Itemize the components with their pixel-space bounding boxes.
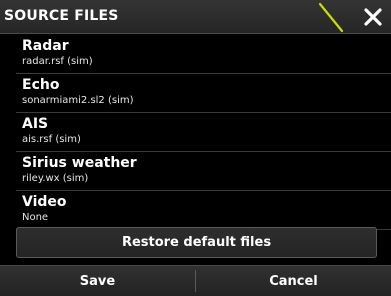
source-name: Video bbox=[22, 194, 67, 210]
source-name: Echo bbox=[22, 77, 60, 93]
source-item-radar[interactable]: Radar radar.rsf (sim) bbox=[16, 35, 391, 74]
source-item-sirius-weather[interactable]: Sirius weather riley.wx (sim) bbox=[16, 152, 391, 191]
source-name: AIS bbox=[22, 116, 49, 132]
source-name: Sirius weather bbox=[22, 155, 137, 171]
source-files-dialog: SOURCE FILES Radar radar.rsf (sim) Echo … bbox=[0, 0, 391, 296]
cancel-button[interactable]: Cancel bbox=[196, 266, 391, 296]
dialog-title: SOURCE FILES bbox=[4, 8, 119, 24]
source-file: sonarmiami2.sl2 (sim) bbox=[22, 95, 134, 106]
dialog-footer: Save Cancel bbox=[0, 265, 391, 296]
source-file: radar.rsf (sim) bbox=[22, 56, 93, 67]
close-icon bbox=[364, 8, 382, 26]
source-file: riley.wx (sim) bbox=[22, 173, 89, 184]
source-file: None bbox=[22, 212, 49, 223]
source-item-video[interactable]: Video None bbox=[16, 191, 391, 230]
source-item-ais[interactable]: AIS ais.rsf (sim) bbox=[16, 113, 391, 152]
restore-default-files-button[interactable]: Restore default files bbox=[16, 227, 377, 258]
close-button[interactable] bbox=[358, 2, 388, 32]
save-button[interactable]: Save bbox=[0, 266, 195, 296]
source-list: Radar radar.rsf (sim) Echo sonarmiami2.s… bbox=[16, 35, 391, 230]
source-file: ais.rsf (sim) bbox=[22, 134, 81, 145]
source-name: Radar bbox=[22, 38, 69, 54]
accent-slash-icon bbox=[318, 2, 344, 33]
source-item-echo[interactable]: Echo sonarmiami2.sl2 (sim) bbox=[16, 74, 391, 113]
dialog-titlebar: SOURCE FILES bbox=[0, 0, 391, 34]
